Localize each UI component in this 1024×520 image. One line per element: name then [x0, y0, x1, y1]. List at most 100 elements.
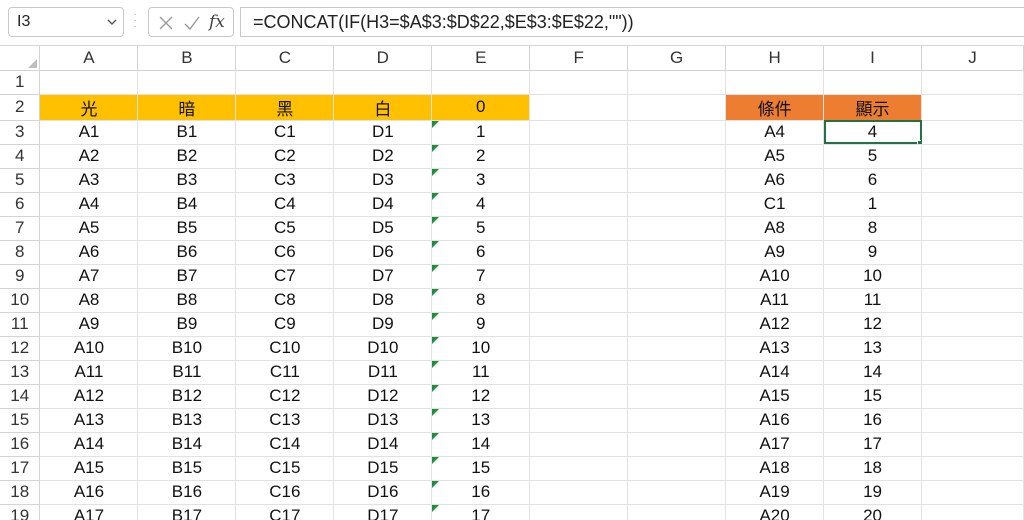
cell-f7[interactable] [529, 216, 629, 241]
cell-b14[interactable]: B12 [137, 384, 237, 409]
cell-f10[interactable] [529, 288, 629, 313]
cell-b2[interactable]: 暗 [137, 94, 237, 121]
cell-e8[interactable]: 6 [431, 240, 531, 265]
row-header-13[interactable]: 13 [0, 360, 41, 385]
cell-f16[interactable] [529, 432, 629, 457]
cell-e12[interactable]: 10 [431, 336, 531, 361]
cell-b7[interactable]: B5 [137, 216, 237, 241]
cell-g18[interactable] [627, 480, 727, 505]
cell-g12[interactable] [627, 336, 727, 361]
cell-j11[interactable] [921, 312, 1024, 337]
cell-c13[interactable]: C11 [235, 360, 335, 385]
cell-g19[interactable] [627, 504, 727, 520]
cell-h3[interactable]: A4 [725, 120, 825, 145]
cell-a10[interactable]: A8 [39, 288, 139, 313]
formula-input[interactable]: =CONCAT(IF(H3=$A$3:$D$22,$E$3:$E$22,"")) [240, 7, 1024, 37]
cell-i9[interactable]: 10 [823, 264, 923, 289]
number-as-text-warning-icon[interactable] [432, 240, 440, 248]
row-header-14[interactable]: 14 [0, 384, 41, 409]
cell-i5[interactable]: 6 [823, 168, 923, 193]
cell-h10[interactable]: A11 [725, 288, 825, 313]
row-header-18[interactable]: 18 [0, 480, 41, 505]
cell-h5[interactable]: A6 [725, 168, 825, 193]
cell-d7[interactable]: D5 [333, 216, 433, 241]
cell-b18[interactable]: B16 [137, 480, 237, 505]
cell-h18[interactable]: A19 [725, 480, 825, 505]
number-as-text-warning-icon[interactable] [432, 408, 440, 416]
cell-d17[interactable]: D15 [333, 456, 433, 481]
cell-c8[interactable]: C6 [235, 240, 335, 265]
cell-d5[interactable]: D3 [333, 168, 433, 193]
cell-i15[interactable]: 16 [823, 408, 923, 433]
cell-j12[interactable] [921, 336, 1024, 361]
cell-f12[interactable] [529, 336, 629, 361]
cell-d8[interactable]: D6 [333, 240, 433, 265]
cell-a14[interactable]: A12 [39, 384, 139, 409]
cell-c6[interactable]: C4 [235, 192, 335, 217]
cell-g10[interactable] [627, 288, 727, 313]
cell-c16[interactable]: C14 [235, 432, 335, 457]
number-as-text-warning-icon[interactable] [432, 168, 440, 176]
cell-e7[interactable]: 5 [431, 216, 531, 241]
number-as-text-warning-icon[interactable] [432, 288, 440, 296]
cell-a19[interactable]: A17 [39, 504, 139, 520]
column-header-b[interactable]: B [137, 46, 237, 71]
cell-g1[interactable] [627, 70, 727, 95]
cell-c19[interactable]: C17 [235, 504, 335, 520]
cell-b3[interactable]: B1 [137, 120, 237, 145]
row-header-11[interactable]: 11 [0, 312, 41, 337]
cell-h1[interactable] [725, 70, 825, 95]
cell-c4[interactable]: C2 [235, 144, 335, 169]
cell-i18[interactable]: 19 [823, 480, 923, 505]
cell-d6[interactable]: D4 [333, 192, 433, 217]
select-all-button[interactable] [0, 46, 41, 71]
cell-b9[interactable]: B7 [137, 264, 237, 289]
cell-j4[interactable] [921, 144, 1024, 169]
cell-g8[interactable] [627, 240, 727, 265]
cell-b11[interactable]: B9 [137, 312, 237, 337]
number-as-text-warning-icon[interactable] [432, 480, 440, 488]
cell-i14[interactable]: 15 [823, 384, 923, 409]
cell-e19[interactable]: 17 [431, 504, 531, 520]
cell-f3[interactable] [529, 120, 629, 145]
cell-g11[interactable] [627, 312, 727, 337]
cell-e9[interactable]: 7 [431, 264, 531, 289]
cell-j3[interactable] [921, 120, 1024, 145]
column-header-i[interactable]: I [823, 46, 923, 71]
cell-c14[interactable]: C12 [235, 384, 335, 409]
cell-h8[interactable]: A9 [725, 240, 825, 265]
cell-e5[interactable]: 3 [431, 168, 531, 193]
cell-j7[interactable] [921, 216, 1024, 241]
cell-e10[interactable]: 8 [431, 288, 531, 313]
cell-j13[interactable] [921, 360, 1024, 385]
cell-j6[interactable] [921, 192, 1024, 217]
cell-f13[interactable] [529, 360, 629, 385]
cell-b4[interactable]: B2 [137, 144, 237, 169]
cell-h4[interactable]: A5 [725, 144, 825, 169]
column-header-f[interactable]: F [529, 46, 629, 71]
cell-h7[interactable]: A8 [725, 216, 825, 241]
column-header-e[interactable]: E [431, 46, 531, 71]
cell-j14[interactable] [921, 384, 1024, 409]
cell-e13[interactable]: 11 [431, 360, 531, 385]
cell-i13[interactable]: 14 [823, 360, 923, 385]
cell-c15[interactable]: C13 [235, 408, 335, 433]
cell-d11[interactable]: D9 [333, 312, 433, 337]
row-header-1[interactable]: 1 [0, 70, 41, 95]
cell-c3[interactable]: C1 [235, 120, 335, 145]
cell-j17[interactable] [921, 456, 1024, 481]
cell-b19[interactable]: B17 [137, 504, 237, 520]
cell-j18[interactable] [921, 480, 1024, 505]
cell-g5[interactable] [627, 168, 727, 193]
cell-c5[interactable]: C3 [235, 168, 335, 193]
number-as-text-warning-icon[interactable] [432, 144, 440, 152]
cell-j15[interactable] [921, 408, 1024, 433]
cell-c17[interactable]: C15 [235, 456, 335, 481]
number-as-text-warning-icon[interactable] [432, 384, 440, 392]
cell-f4[interactable] [529, 144, 629, 169]
cell-d4[interactable]: D2 [333, 144, 433, 169]
row-header-7[interactable]: 7 [0, 216, 41, 241]
cell-j2[interactable] [921, 94, 1024, 121]
cell-d9[interactable]: D7 [333, 264, 433, 289]
cell-f14[interactable] [529, 384, 629, 409]
